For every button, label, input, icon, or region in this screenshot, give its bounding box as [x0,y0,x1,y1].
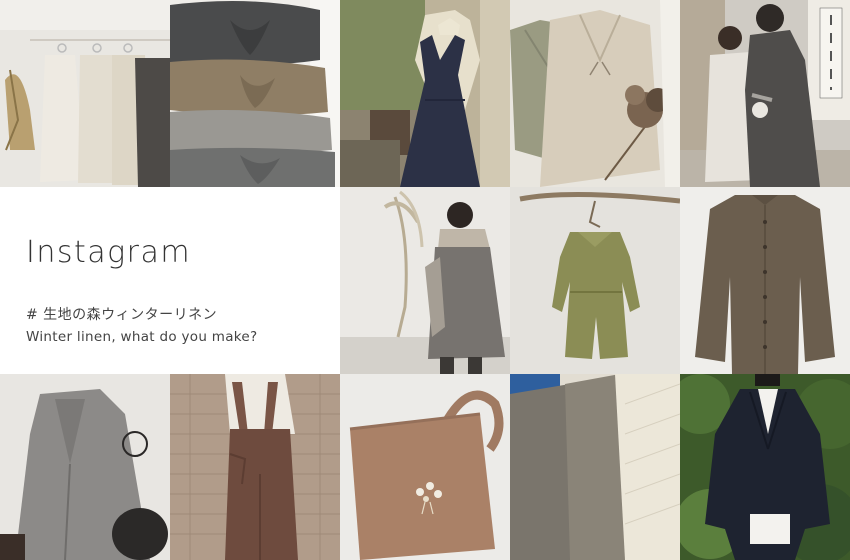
photo-brown-overalls-image [170,374,340,560]
photo-embroidered-tote-bag[interactable] [340,374,510,560]
photo-grey-wool-coat[interactable] [0,374,170,560]
photo-brown-button-shirt-image [680,187,850,374]
intro-subtitle: Winter linen, what do you make? [26,329,258,345]
photo-navy-jumper-dress[interactable] [340,0,510,187]
photo-navy-blazer-outdoors-image [680,374,850,560]
photo-child-grey-coat-image [340,187,510,374]
photo-linen-quilted-jacket[interactable] [510,374,680,560]
photo-linen-shirts-on-rack[interactable] [0,0,170,187]
photo-child-grey-coat[interactable] [340,187,510,374]
photo-brown-overalls[interactable] [170,374,340,560]
intro-panel: Instagram # 生地の森ウィンターリネン Winter linen, w… [0,187,340,374]
photo-mother-and-child-shrine[interactable] [680,0,850,187]
photo-brown-button-shirt[interactable] [680,187,850,374]
photo-navy-jumper-dress-image [340,0,510,187]
photo-knotted-headbands-image [170,0,340,187]
photo-navy-blazer-outdoors[interactable] [680,374,850,560]
photo-sage-and-beige-garments[interactable] [510,0,680,187]
photo-green-child-romper[interactable] [510,187,680,374]
photo-sage-and-beige-garments-image [510,0,680,187]
photo-knotted-headbands[interactable] [170,0,340,187]
photo-linen-quilted-jacket-image [510,374,680,560]
photo-embroidered-tote-bag-image [340,374,510,560]
intro-title[interactable]: Instagram [26,235,191,270]
intro-hashtag[interactable]: # 生地の森ウィンターリネン [26,304,217,324]
instagram-photo-grid: Instagram # 生地の森ウィンターリネン Winter linen, w… [0,0,850,560]
photo-green-child-romper-image [510,187,680,374]
photo-grey-wool-coat-image [0,374,170,560]
photo-linen-shirts-on-rack-image [0,0,170,187]
photo-mother-and-child-shrine-image [680,0,850,187]
